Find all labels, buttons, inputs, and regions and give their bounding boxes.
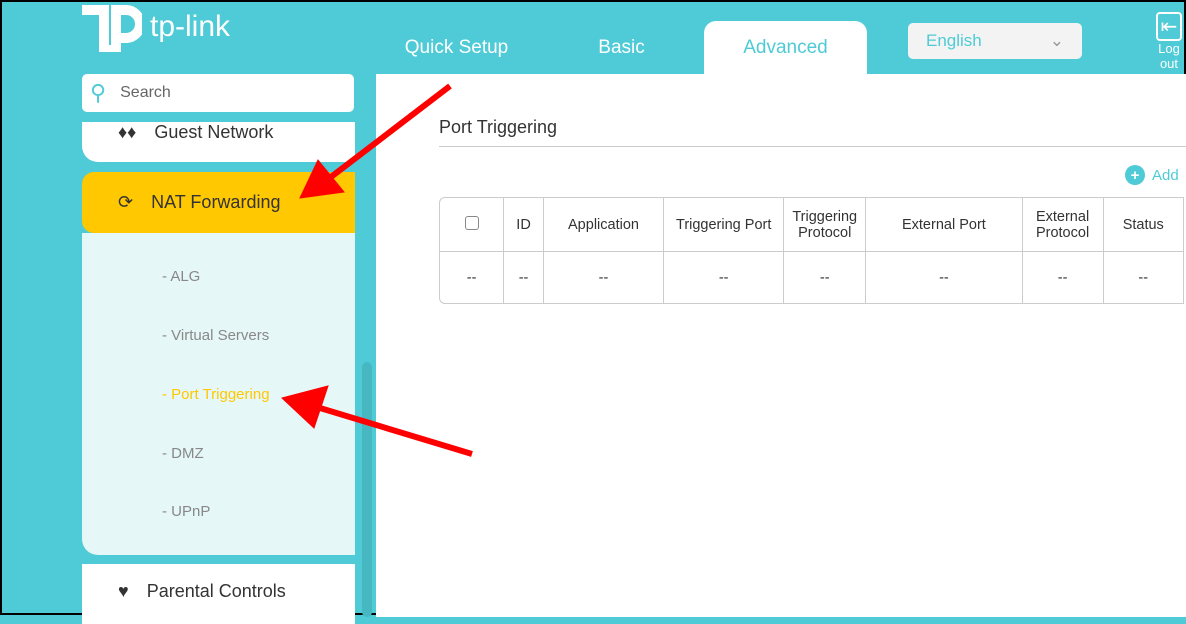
arrow-to-nat <box>325 83 452 183</box>
annotation-arrows <box>280 83 473 457</box>
arrow-head-nat <box>299 159 345 199</box>
arrow-to-port-triggering <box>319 405 473 457</box>
arrow-head-port-triggering <box>280 385 329 429</box>
